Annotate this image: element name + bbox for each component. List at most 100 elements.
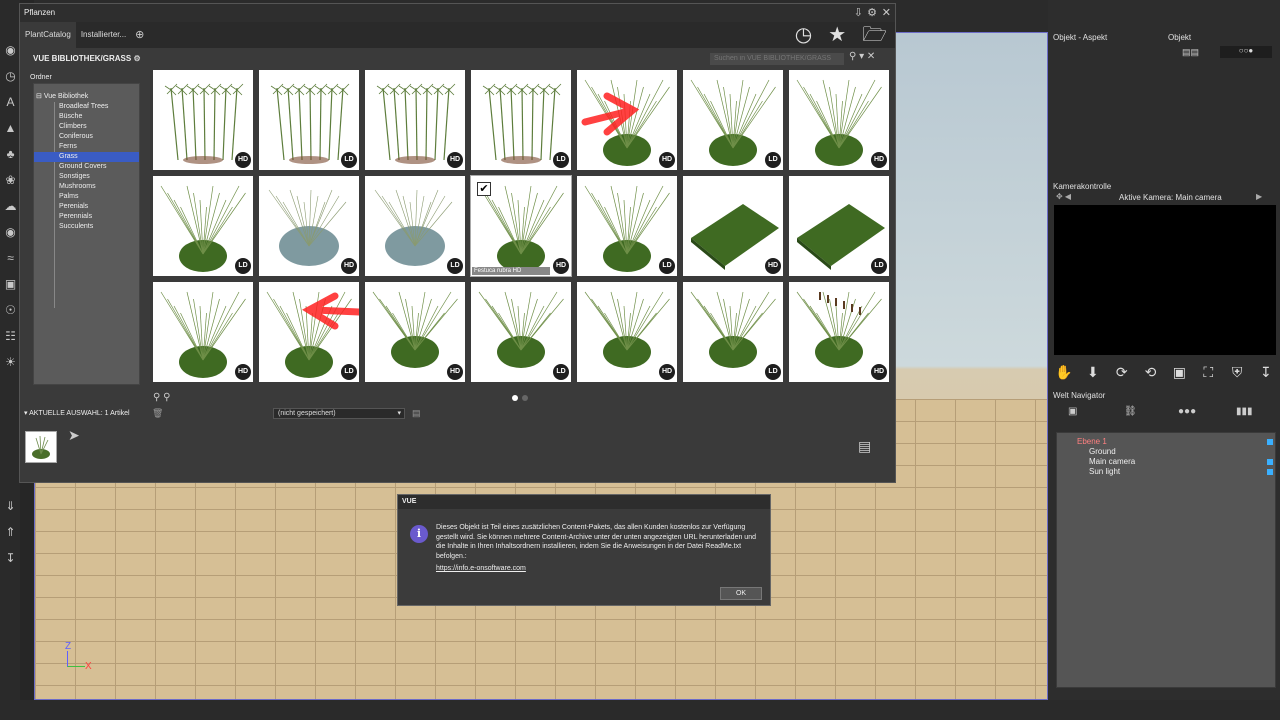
folder-item[interactable]: Coniferous (34, 132, 139, 142)
group-icon[interactable]: ☷ (4, 330, 17, 343)
plant-thumbnail[interactable]: HD (365, 70, 465, 170)
world-navigator[interactable]: Ebene 1 Ground Main camera Sun light (1056, 432, 1276, 688)
plant-thumbnail[interactable]: HD (577, 282, 677, 382)
folder-item[interactable]: Ferns (34, 142, 139, 152)
gear-icon[interactable]: ⚙ (867, 4, 877, 22)
drop-icon[interactable]: ◉ (4, 44, 17, 57)
plant-thumbnail[interactable]: HD (789, 282, 889, 382)
layer-item[interactable]: Ebene 1 (1077, 437, 1107, 446)
add-to-scene-icon[interactable]: ▤ (858, 438, 871, 455)
folder-open-icon[interactable]: 🗁 (862, 24, 887, 46)
cube-icon[interactable]: ▣ (4, 278, 17, 291)
tree-item-sun-light[interactable]: Sun light (1089, 467, 1120, 476)
links-tab-icon[interactable]: ⛓ (1124, 406, 1137, 417)
folder-tree[interactable]: ⊟ Vue Bibliothek Broadleaf Trees Büsche Cl… (33, 83, 140, 385)
plant-thumbnail[interactable]: HD (153, 282, 253, 382)
folder-item[interactable]: Climbers (34, 122, 139, 132)
plant-thumbnail[interactable]: LD (683, 282, 783, 382)
materials-tab-icon[interactable]: ●●● (1178, 406, 1196, 417)
tree-item-main-camera[interactable]: Main camera (1089, 457, 1135, 466)
object-toggle[interactable]: ○○● (1220, 46, 1272, 58)
import-icon[interactable]: ⇓ (4, 500, 17, 513)
plant-thumbnail[interactable]: LD (365, 176, 465, 276)
plant-thumbnail[interactable]: LD (789, 176, 889, 276)
search-icon[interactable]: ⚲ (849, 51, 856, 62)
pan-icon[interactable]: ✋ (1054, 362, 1074, 382)
plant-thumbnail[interactable]: HD (789, 70, 889, 170)
folder-item[interactable]: Perennials (34, 212, 139, 222)
terrain-icon[interactable]: ▲ (4, 122, 17, 135)
plant-thumbnail[interactable]: LD (153, 176, 253, 276)
add-tab-icon[interactable]: ⊕ (131, 22, 148, 48)
plant-thumbnail[interactable]: HD (365, 282, 465, 382)
folder-root[interactable]: ⊟ Vue Bibliothek (36, 92, 88, 100)
text-icon[interactable]: A (4, 96, 17, 109)
search-options-icon[interactable]: ▾ (859, 51, 864, 62)
folder-item[interactable]: Sonstiges (34, 172, 139, 182)
selected-item-thumbnail[interactable] (25, 431, 57, 463)
checkbox-icon[interactable]: ✔ (477, 182, 491, 196)
folder-item[interactable]: Perenials (34, 202, 139, 212)
save-icon[interactable]: ↧ (4, 552, 17, 565)
plant-thumbnail[interactable]: HD (577, 70, 677, 170)
store-icon[interactable]: ↧ (1256, 362, 1276, 382)
library-tab-icon[interactable]: ▮▮▮ (1236, 406, 1253, 417)
camera-move-icon[interactable]: ✥ ◀ (1056, 192, 1071, 201)
lock-icon[interactable]: ⛨ (1227, 362, 1247, 382)
down-icon[interactable]: ⬇ (1083, 362, 1103, 382)
plant-thumbnail[interactable]: HD ✔ Festuca rubra HD (470, 175, 572, 277)
orbit-icon[interactable]: ⟳ (1112, 362, 1132, 382)
globe-icon[interactable]: ◷ (4, 70, 17, 83)
rotate-icon[interactable]: ⟲ (1141, 362, 1161, 382)
leaf-icon[interactable]: ❀ (4, 174, 17, 187)
frame-icon[interactable]: ⛶ (1198, 362, 1218, 382)
plant-thumbnail[interactable]: LD (683, 70, 783, 170)
collection-select[interactable]: (nicht gespeichert) ▾ (273, 408, 405, 419)
plant-thumbnail[interactable]: LD (471, 70, 571, 170)
path-settings-icon[interactable]: ⚙ (133, 54, 140, 63)
zoom-out-icon[interactable]: ⚲ (163, 392, 170, 403)
light-icon[interactable]: ☀ (4, 356, 17, 369)
search-clear-icon[interactable]: ✕ (867, 51, 875, 62)
dialog-link[interactable]: https://info.e-onsoftware.com (436, 565, 526, 572)
export-icon[interactable]: ⇑ (4, 526, 17, 539)
plant-thumbnail[interactable]: HD (153, 70, 253, 170)
sphere-icon[interactable]: ◉ (4, 226, 17, 239)
folder-item[interactable]: Büsche (34, 112, 139, 122)
zoom-in-icon[interactable]: ⚲ (153, 392, 160, 403)
folder-item[interactable]: Palms (34, 192, 139, 202)
plant-thumbnail[interactable]: HD (683, 176, 783, 276)
plant-thumbnail[interactable]: LD (577, 176, 677, 276)
camera-icon[interactable]: ▣ (1169, 362, 1189, 382)
ruler-icon[interactable]: ▤▤ (1182, 47, 1199, 58)
dock-icon[interactable]: ⇩ (854, 4, 863, 22)
folder-item[interactable]: Grass (34, 152, 139, 162)
plant-thumbnail[interactable]: LD (471, 282, 571, 382)
trash-icon[interactable]: 🗑 (152, 408, 163, 419)
folder-item[interactable]: Broadleaf Trees (34, 102, 139, 112)
objects-tab-icon[interactable]: ▣ (1068, 406, 1077, 417)
folder-item[interactable]: Mushrooms (34, 182, 139, 192)
page-dot[interactable] (512, 395, 518, 401)
favorites-icon[interactable]: ★ (828, 24, 846, 46)
plant-thumbnail[interactable]: HD (259, 176, 359, 276)
tab-installed[interactable]: Installierter... (76, 22, 131, 48)
folder-item[interactable]: Ground Covers (34, 162, 139, 172)
plant-thumbnail[interactable]: LD (259, 282, 359, 382)
next-camera-icon[interactable]: ▶ (1256, 192, 1262, 201)
wave-icon[interactable]: ≈ (4, 252, 17, 265)
tree-icon[interactable]: ♣ (4, 148, 17, 161)
cloud-icon[interactable]: ☁ (4, 200, 17, 213)
window-titlebar[interactable]: Pflanzen ⇩ ⚙ ✕ (20, 4, 895, 22)
search-input[interactable] (710, 53, 844, 65)
tab-plantcatalog[interactable]: PlantCatalog (20, 22, 76, 48)
page-dot[interactable] (522, 395, 528, 401)
save-selection-icon[interactable]: ▤ (412, 408, 421, 419)
plant-thumbnail[interactable]: LD (259, 70, 359, 170)
arrow-right-icon[interactable]: ➤ (68, 427, 80, 444)
recent-icon[interactable]: ◷ (795, 24, 812, 46)
boolean-icon[interactable]: ☉ (4, 304, 17, 317)
tree-item-ground[interactable]: Ground (1089, 447, 1116, 456)
folder-item[interactable]: Succulents (34, 222, 139, 232)
selection-label[interactable]: ▾ AKTUELLE AUSWAHL: 1 Artikel (24, 409, 130, 417)
